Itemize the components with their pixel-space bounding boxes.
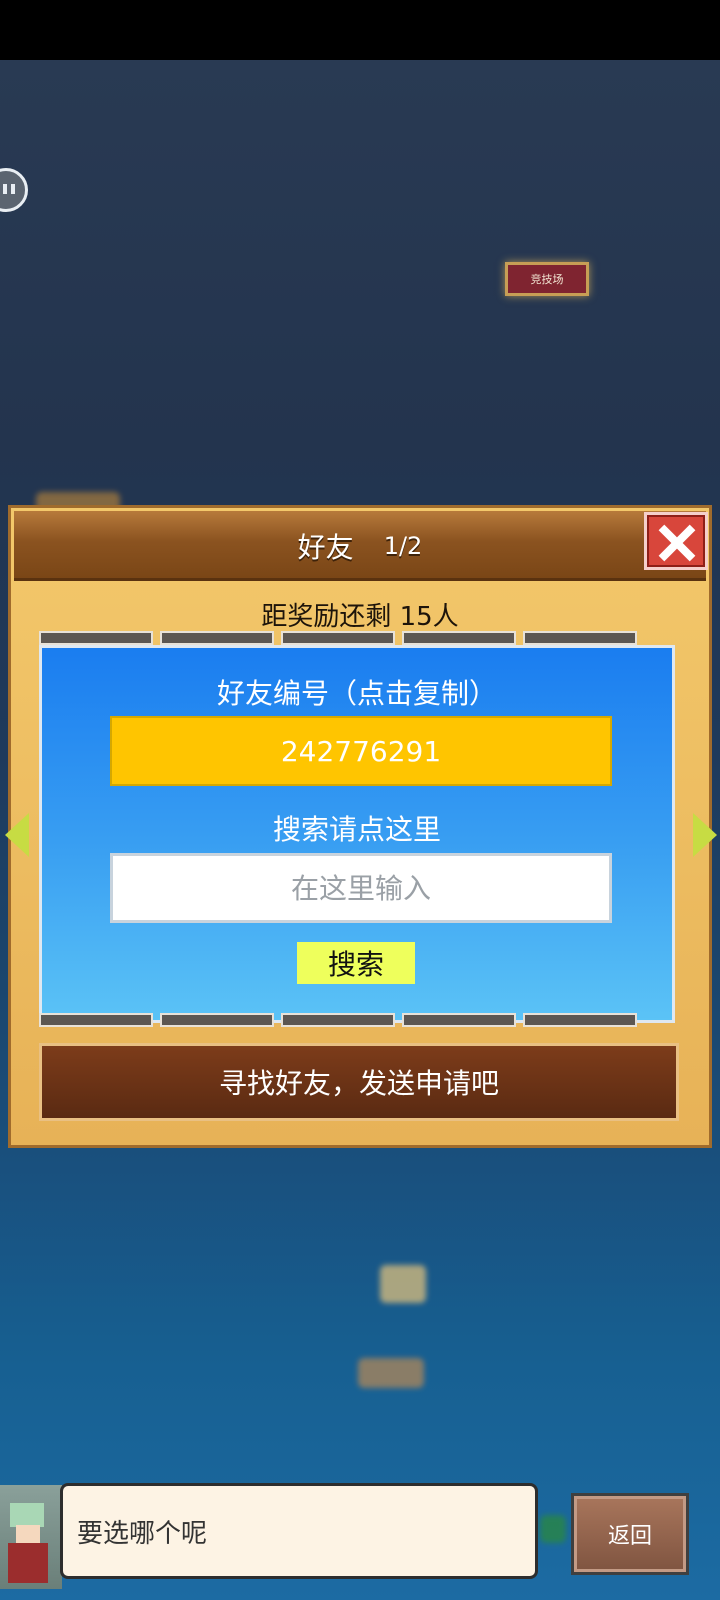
arrow-right-icon[interactable] (693, 813, 717, 857)
dialog-bubble: 要选哪个呢 (60, 1483, 538, 1579)
tab-slot[interactable] (39, 631, 153, 645)
map-decoration (358, 1358, 424, 1388)
tab-slot[interactable] (281, 1013, 395, 1027)
map-decoration (540, 1515, 566, 1543)
friend-info-box: 好友编号（点击复制） 242776291 搜索请点这里 搜索 (39, 645, 675, 1023)
portrait-body (8, 1543, 48, 1583)
back-button-label: 返回 (607, 1524, 652, 1549)
arena-label: 竞技场 (530, 273, 564, 286)
status-bar (0, 0, 720, 60)
search-button-label: 搜索 (327, 948, 384, 981)
friend-panel: 好友 1/2 距奖励还剩 15人 好友编号（点击复制） 242776291 搜索… (5, 505, 717, 1148)
search-button[interactable]: 搜索 (297, 942, 415, 984)
map-decoration (380, 1265, 426, 1303)
reward-remaining-text: 距奖励还剩 15人 (261, 602, 459, 632)
tab-slot[interactable] (402, 631, 516, 645)
panel-title: 好友 1/2 (14, 511, 706, 581)
tab-slot[interactable] (160, 631, 274, 645)
tab-slot[interactable] (39, 1013, 153, 1027)
page-indicator: 1/2 (383, 532, 423, 560)
arena-button[interactable]: 竞技场 (505, 262, 589, 296)
back-button[interactable]: 返回 (571, 1493, 689, 1575)
friend-id-label: 好友编号（点击复制） (216, 677, 497, 710)
tab-row-top (39, 631, 637, 645)
friend-id-copy-field[interactable]: 242776291 (110, 716, 612, 786)
tab-slot[interactable] (160, 1013, 274, 1027)
panel-title-text: 好友 (297, 531, 354, 564)
find-friends-label: 寻找好友，发送申请吧 (218, 1067, 499, 1100)
tab-slot[interactable] (523, 631, 637, 645)
friend-id-value: 242776291 (280, 734, 442, 768)
close-icon[interactable] (644, 512, 708, 570)
portrait-face (16, 1525, 40, 1543)
arrow-left-icon[interactable] (5, 813, 29, 857)
tab-slot[interactable] (402, 1013, 516, 1027)
find-friends-button[interactable]: 寻找好友，发送申请吧 (39, 1043, 679, 1121)
portrait-hair (10, 1503, 44, 1527)
search-label: 搜索请点这里 (272, 813, 441, 846)
dialog-text: 要选哪个呢 (77, 1518, 208, 1549)
tab-row-bottom (39, 1013, 637, 1027)
panel-header: 好友 1/2 (14, 511, 706, 581)
tab-slot[interactable] (523, 1013, 637, 1027)
search-input[interactable] (110, 853, 612, 923)
character-portrait (0, 1485, 62, 1589)
tab-slot[interactable] (281, 631, 395, 645)
